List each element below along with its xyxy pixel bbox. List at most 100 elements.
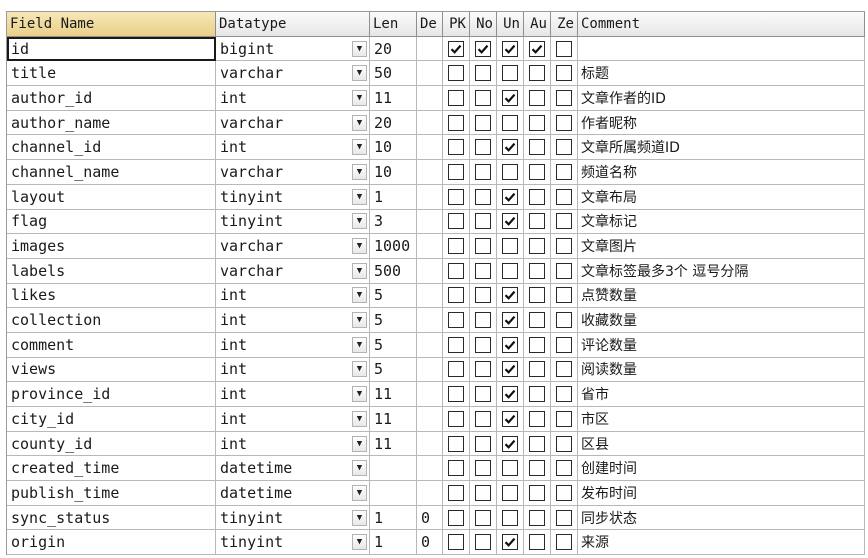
pk-checkbox[interactable] (448, 40, 464, 57)
auto-increment-checkbox[interactable] (529, 361, 545, 378)
table-row[interactable]: created_time datetime ▼ 创建时间 (7, 456, 865, 482)
length-cell[interactable] (370, 456, 417, 482)
unsigned-checkbox[interactable] (502, 287, 518, 304)
comment-cell[interactable] (578, 36, 865, 62)
datatype-cell[interactable]: varchar ▼ (216, 258, 370, 284)
auto-increment-checkbox[interactable] (529, 312, 545, 329)
comment-cell[interactable]: 文章标签最多3个 逗号分隔 (578, 258, 865, 284)
auto-increment-checkbox[interactable] (529, 40, 545, 57)
field-name-cell[interactable]: views (7, 357, 216, 383)
unsigned-checkbox[interactable] (502, 435, 518, 452)
field-name-cell[interactable]: collection (7, 308, 216, 333)
pk-checkbox[interactable] (448, 139, 464, 156)
unsigned-checkbox[interactable] (502, 188, 518, 205)
unsigned-checkbox[interactable] (502, 460, 518, 477)
field-name-cell[interactable]: author_name (7, 110, 216, 136)
chevron-down-icon[interactable]: ▼ (352, 139, 367, 156)
field-name-cell[interactable]: layout (7, 184, 216, 210)
zerofill-checkbox[interactable] (556, 89, 572, 106)
not-null-checkbox[interactable] (475, 287, 491, 304)
comment-cell[interactable]: 省市 (578, 382, 865, 407)
default-cell[interactable] (417, 382, 443, 407)
column-header-auto-increment[interactable]: Au (524, 12, 551, 37)
datatype-cell[interactable]: int ▼ (216, 86, 370, 111)
unsigned-checkbox[interactable] (502, 484, 518, 501)
field-name-cell[interactable]: origin (7, 530, 216, 556)
chevron-down-icon[interactable]: ▼ (352, 238, 367, 255)
unsigned-checkbox[interactable] (502, 410, 518, 427)
field-name-cell[interactable]: id (7, 36, 216, 62)
not-null-checkbox[interactable] (475, 534, 491, 551)
length-cell[interactable]: 1 (370, 505, 417, 531)
column-header-comment[interactable]: Comment (578, 12, 865, 37)
comment-cell[interactable]: 点赞数量 (578, 283, 865, 309)
not-null-checkbox[interactable] (475, 312, 491, 329)
not-null-checkbox[interactable] (475, 65, 491, 82)
auto-increment-checkbox[interactable] (529, 484, 545, 501)
datatype-cell[interactable]: int ▼ (216, 382, 370, 407)
datatype-cell[interactable]: datetime ▼ (216, 481, 370, 506)
pk-checkbox[interactable] (448, 262, 464, 279)
zerofill-checkbox[interactable] (556, 460, 572, 477)
default-cell[interactable] (417, 308, 443, 333)
table-row[interactable]: sync_status tinyint ▼ 1 0 同步状态 (7, 505, 865, 531)
table-row[interactable]: likes int ▼ 5 点赞数量 (7, 283, 865, 309)
pk-checkbox[interactable] (448, 163, 464, 180)
field-name-cell[interactable]: flag (7, 209, 216, 235)
field-name-cell[interactable]: likes (7, 283, 216, 309)
comment-cell[interactable]: 创建时间 (578, 456, 865, 482)
comment-cell[interactable]: 文章所属频道ID (578, 135, 865, 161)
datatype-cell[interactable]: tinyint ▼ (216, 184, 370, 210)
datatype-cell[interactable]: int ▼ (216, 357, 370, 383)
unsigned-checkbox[interactable] (502, 262, 518, 279)
zerofill-checkbox[interactable] (556, 163, 572, 180)
datatype-cell[interactable]: varchar ▼ (216, 61, 370, 87)
chevron-down-icon[interactable]: ▼ (352, 213, 367, 230)
default-cell[interactable] (417, 407, 443, 432)
not-null-checkbox[interactable] (475, 410, 491, 427)
pk-checkbox[interactable] (448, 460, 464, 477)
datatype-cell[interactable]: varchar ▼ (216, 160, 370, 185)
unsigned-checkbox[interactable] (502, 534, 518, 551)
zerofill-checkbox[interactable] (556, 213, 572, 230)
comment-cell[interactable]: 频道名称 (578, 160, 865, 185)
not-null-checkbox[interactable] (475, 484, 491, 501)
not-null-checkbox[interactable] (475, 262, 491, 279)
auto-increment-checkbox[interactable] (529, 238, 545, 255)
not-null-checkbox[interactable] (475, 460, 491, 477)
comment-cell[interactable]: 评论数量 (578, 332, 865, 358)
default-cell[interactable] (417, 456, 443, 482)
comment-cell[interactable]: 同步状态 (578, 505, 865, 531)
zerofill-checkbox[interactable] (556, 435, 572, 452)
not-null-checkbox[interactable] (475, 435, 491, 452)
pk-checkbox[interactable] (448, 188, 464, 205)
pk-checkbox[interactable] (448, 410, 464, 427)
zerofill-checkbox[interactable] (556, 139, 572, 156)
auto-increment-checkbox[interactable] (529, 534, 545, 551)
column-header-datatype[interactable]: Datatype (216, 12, 370, 37)
not-null-checkbox[interactable] (475, 509, 491, 526)
chevron-down-icon[interactable]: ▼ (352, 484, 367, 501)
field-name-cell[interactable]: province_id (7, 382, 216, 407)
not-null-checkbox[interactable] (475, 238, 491, 255)
chevron-down-icon[interactable]: ▼ (352, 262, 367, 279)
pk-checkbox[interactable] (448, 509, 464, 526)
not-null-checkbox[interactable] (475, 213, 491, 230)
field-name-cell[interactable]: created_time (7, 456, 216, 482)
column-header-not-null[interactable]: No (470, 12, 497, 37)
auto-increment-checkbox[interactable] (529, 509, 545, 526)
field-name-cell[interactable]: city_id (7, 407, 216, 432)
unsigned-checkbox[interactable] (502, 139, 518, 156)
chevron-down-icon[interactable]: ▼ (352, 312, 367, 329)
default-cell[interactable] (417, 160, 443, 185)
zerofill-checkbox[interactable] (556, 336, 572, 353)
pk-checkbox[interactable] (448, 361, 464, 378)
default-cell[interactable] (417, 234, 443, 259)
zerofill-checkbox[interactable] (556, 509, 572, 526)
table-row[interactable]: author_id int ▼ 11 文章作者的ID (7, 86, 865, 111)
unsigned-checkbox[interactable] (502, 65, 518, 82)
length-cell[interactable]: 5 (370, 357, 417, 383)
zerofill-checkbox[interactable] (556, 361, 572, 378)
length-cell[interactable]: 5 (370, 308, 417, 333)
datatype-cell[interactable]: varchar ▼ (216, 234, 370, 259)
